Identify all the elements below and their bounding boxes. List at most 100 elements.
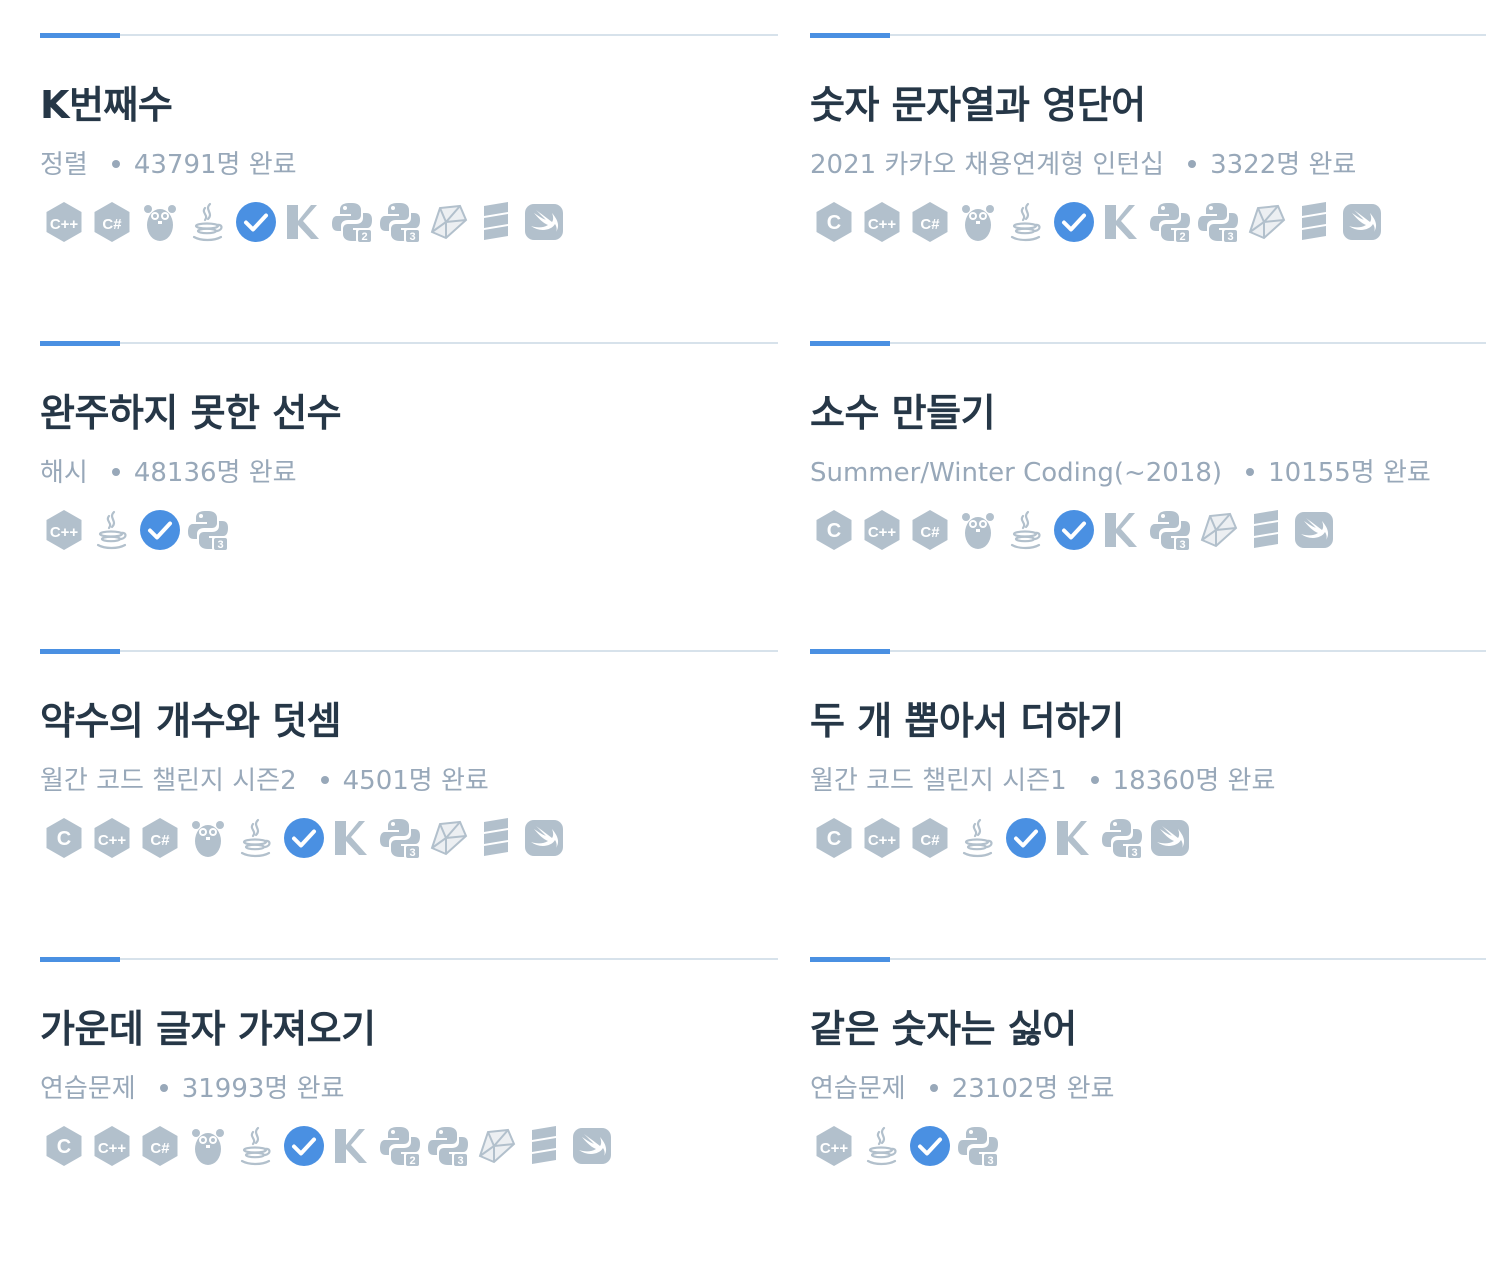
java-icon (234, 816, 278, 860)
challenge-card[interactable]: 가운데 글자 가져오기 연습문제 31993명 완료 C C++ C# 2 3 (40, 957, 778, 1266)
challenge-title[interactable]: 소수 만들기 (810, 382, 996, 437)
svg-text:3: 3 (409, 847, 415, 859)
challenge-category: 정렬 (40, 150, 88, 180)
challenge-card[interactable]: 두 개 뽑아서 더하기 월간 코드 챌린지 시즌1 18360명 완료 C C++… (810, 649, 1486, 958)
javascript-icon (282, 1124, 326, 1168)
challenge-category: Summer/Winter Coding(~2018) (810, 458, 1223, 488)
svg-text:C#: C# (150, 1140, 170, 1157)
scala-icon (522, 1124, 566, 1168)
challenge-meta: 월간 코드 챌린지 시즌1 18360명 완료 (810, 760, 1275, 797)
swift-icon (1340, 200, 1384, 244)
challenge-meta: 연습문제 31993명 완료 (40, 1068, 344, 1105)
java-icon (1004, 508, 1048, 552)
completed-count: 10155명 완료 (1268, 458, 1431, 488)
python3-icon: 3 (426, 1124, 470, 1168)
completed-count: 4501명 완료 (342, 766, 489, 796)
python3-icon: 3 (378, 200, 422, 244)
challenge-title[interactable]: 같은 숫자는 싫어 (810, 998, 1077, 1053)
svg-text:C: C (827, 828, 841, 850)
challenge-card[interactable]: 같은 숫자는 싫어 연습문제 23102명 완료 C++ 3 (810, 957, 1486, 1266)
java-icon (90, 508, 134, 552)
challenge-category: 월간 코드 챌린지 시즌1 (810, 766, 1067, 796)
svg-text:3: 3 (1179, 539, 1185, 551)
svg-text:3: 3 (217, 539, 223, 551)
challenge-category: 연습문제 (810, 1074, 906, 1104)
completed-count: 23102명 완료 (951, 1074, 1115, 1104)
python3-icon: 3 (1148, 508, 1192, 552)
card-accent-bar (810, 649, 890, 654)
challenge-category: 해시 (40, 458, 88, 488)
card-divider (40, 649, 778, 654)
kotlin-icon (330, 1124, 374, 1168)
c-icon: C (812, 508, 856, 552)
language-list: C C++ C# 2 3 (42, 1124, 614, 1168)
csharp-icon: C# (138, 1124, 182, 1168)
svg-text:C++: C++ (868, 524, 897, 541)
swift-icon (1292, 508, 1336, 552)
java-icon (234, 1124, 278, 1168)
card-divider (810, 649, 1486, 654)
svg-text:C++: C++ (98, 832, 127, 849)
svg-text:C++: C++ (50, 524, 79, 541)
cpp-icon: C++ (860, 508, 904, 552)
ruby-icon (426, 816, 470, 860)
challenge-title[interactable]: 두 개 뽑아서 더하기 (810, 690, 1124, 745)
language-list: C C++ C# 3 (812, 816, 1192, 860)
javascript-icon (282, 816, 326, 860)
svg-text:C++: C++ (868, 832, 897, 849)
card-accent-bar (810, 33, 890, 38)
svg-text:C: C (827, 212, 841, 234)
java-icon (956, 816, 1000, 860)
card-divider (40, 341, 778, 346)
go-icon (186, 816, 230, 860)
python3-icon: 3 (956, 1124, 1000, 1168)
svg-text:C#: C# (102, 216, 122, 233)
language-list: C C++ C# 3 (42, 816, 566, 860)
ruby-icon (1244, 200, 1288, 244)
challenge-title[interactable]: 가운데 글자 가져오기 (40, 998, 376, 1053)
kotlin-icon (1052, 816, 1096, 860)
svg-text:3: 3 (987, 1155, 993, 1167)
cpp-icon: C++ (860, 816, 904, 860)
challenge-title[interactable]: 완주하지 못한 선수 (40, 382, 342, 437)
javascript-icon (1004, 816, 1048, 860)
kotlin-icon (282, 200, 326, 244)
challenge-grid: K번째수 정렬 43791명 완료 C++ C# 2 3 숫자 문자열과 영단어 (40, 33, 1486, 1266)
separator-dot (111, 467, 120, 476)
svg-text:2: 2 (361, 231, 367, 243)
challenge-title[interactable]: K번째수 (40, 74, 173, 129)
svg-text:C++: C++ (820, 1140, 849, 1157)
python2-icon: 2 (330, 200, 374, 244)
challenge-category: 2021 카카오 채용연계형 인턴십 (810, 150, 1165, 180)
language-list: C++ 3 (42, 508, 230, 552)
challenge-meta: Summer/Winter Coding(~2018) 10155명 완료 (810, 452, 1431, 489)
svg-text:3: 3 (1227, 231, 1233, 243)
go-icon (956, 508, 1000, 552)
challenge-meta: 연습문제 23102명 완료 (810, 1068, 1114, 1105)
challenge-card[interactable]: K번째수 정렬 43791명 완료 C++ C# 2 3 (40, 33, 778, 342)
separator-dot (929, 1083, 938, 1092)
cpp-icon: C++ (42, 200, 86, 244)
c-icon: C (812, 200, 856, 244)
challenge-title[interactable]: 숫자 문자열과 영단어 (810, 74, 1146, 129)
challenge-card[interactable]: 완주하지 못한 선수 해시 48136명 완료 C++ 3 (40, 341, 778, 650)
ruby-icon (426, 200, 470, 244)
java-icon (1004, 200, 1048, 244)
challenge-title[interactable]: 약수의 개수와 덧셈 (40, 690, 342, 745)
card-accent-bar (40, 957, 120, 962)
cpp-icon: C++ (42, 508, 86, 552)
completed-count: 48136명 완료 (133, 458, 297, 488)
java-icon (860, 1124, 904, 1168)
go-icon (138, 200, 182, 244)
kotlin-icon (1100, 200, 1144, 244)
ruby-icon (474, 1124, 518, 1168)
csharp-icon: C# (138, 816, 182, 860)
python3-icon: 3 (378, 816, 422, 860)
separator-dot (111, 159, 120, 168)
challenge-card[interactable]: 소수 만들기 Summer/Winter Coding(~2018) 10155명… (810, 341, 1486, 650)
challenge-meta: 정렬 43791명 완료 (40, 144, 297, 181)
challenge-card[interactable]: 약수의 개수와 덧셈 월간 코드 챌린지 시즌2 4501명 완료 C C++ C… (40, 649, 778, 958)
challenge-card[interactable]: 숫자 문자열과 영단어 2021 카카오 채용연계형 인턴십 3322명 완료 C… (810, 33, 1486, 342)
javascript-icon (1052, 200, 1096, 244)
svg-text:2: 2 (409, 1155, 415, 1167)
